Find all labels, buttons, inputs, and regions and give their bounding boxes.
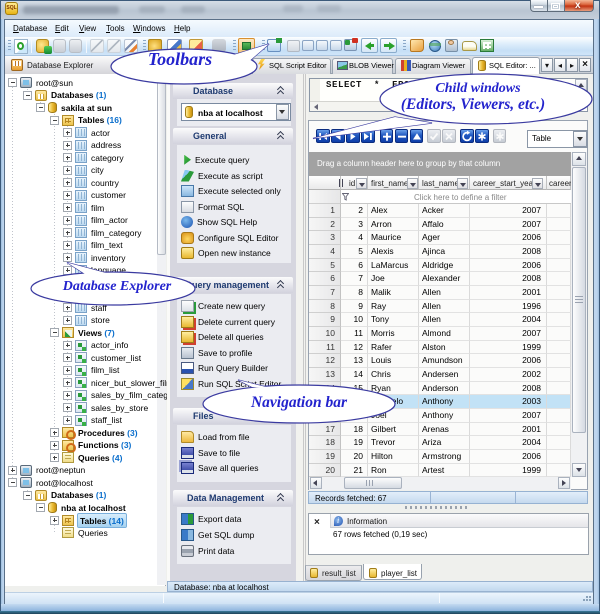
svg-text:Navigation bar: Navigation bar [250, 394, 348, 411]
